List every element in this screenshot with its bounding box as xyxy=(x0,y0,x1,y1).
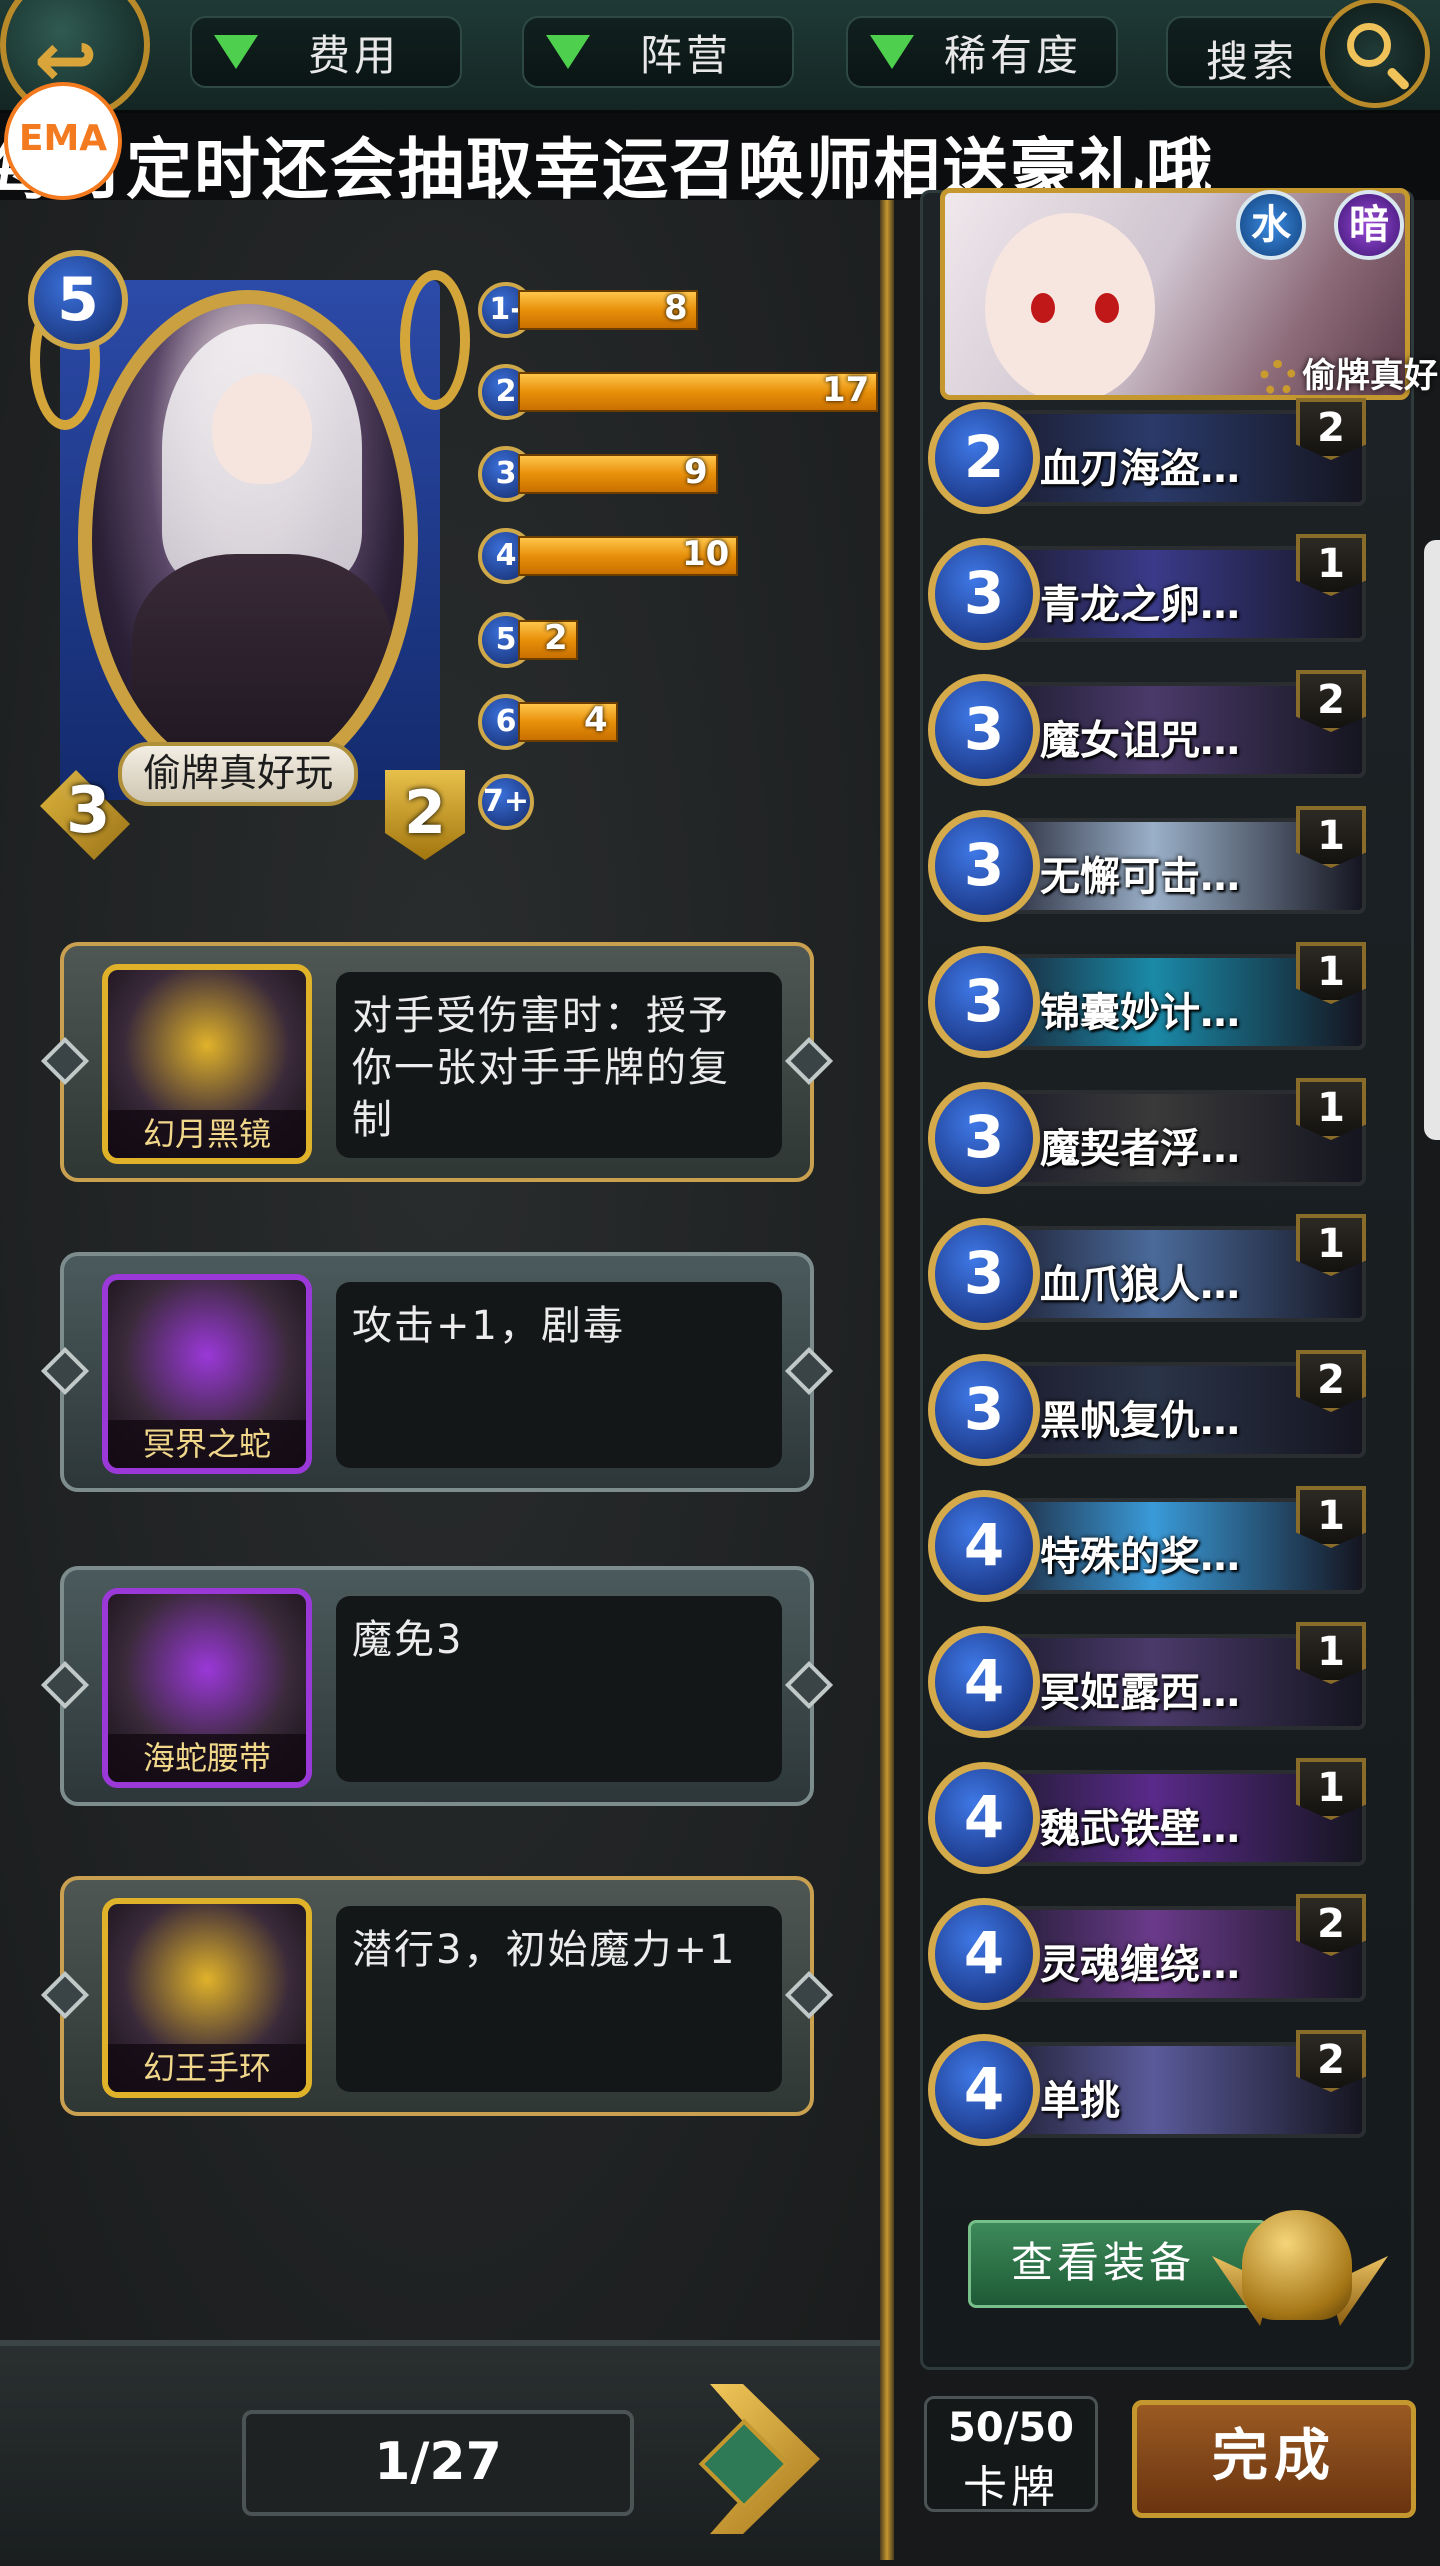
hero-cost-gem: 5 xyxy=(28,250,128,350)
card-name: 魏武铁壁… xyxy=(1040,1806,1240,1852)
equipment-name: 幻月黑镜 xyxy=(108,1110,306,1158)
deck-card-row[interactable]: 魔女诅咒… 3 2 xyxy=(928,670,1374,788)
deck-card-row[interactable]: 单挑 4 2 xyxy=(928,2030,1374,2148)
deck-card-row[interactable]: 锦囊妙计… 3 1 xyxy=(928,942,1374,1060)
card-cost-gem: 4 xyxy=(928,1898,1040,2010)
mana-curve-count: 9 xyxy=(684,452,708,492)
filter-faction-dropdown[interactable]: 阵营 xyxy=(522,16,794,88)
mana-curve-count: 2 xyxy=(544,618,568,658)
deck-card-row[interactable]: 无懈可击… 3 1 xyxy=(928,806,1374,924)
filter-cost-dropdown[interactable]: 费用 xyxy=(190,16,462,88)
page-indicator: 1/27 xyxy=(242,2410,634,2516)
card-name: 魔女诅咒… xyxy=(1040,718,1240,764)
card-cost-gem: 3 xyxy=(928,1354,1040,1466)
card-cost-gem: 3 xyxy=(928,1082,1040,1194)
card-name: 锦囊妙计… xyxy=(1040,990,1240,1036)
card-name: 青龙之卵… xyxy=(1040,582,1240,628)
card-name: 单挑 xyxy=(1040,2078,1120,2124)
mana-curve-count: 10 xyxy=(682,534,730,574)
equipment-description: 魔免3 xyxy=(336,1596,782,1782)
card-cost-gem: 3 xyxy=(928,674,1040,786)
equipment-description: 攻击+1，剧毒 xyxy=(336,1282,782,1468)
magnifier-glass xyxy=(1347,23,1391,67)
card-name: 灵魂缠绕… xyxy=(1040,1942,1240,1988)
deck-card-row[interactable]: 特殊的奖… 4 1 xyxy=(928,1486,1374,1604)
card-cost-gem: 2 xyxy=(928,402,1040,514)
side-pull-tab[interactable] xyxy=(1424,540,1440,1140)
deck-card-row[interactable]: 青龙之卵… 3 1 xyxy=(928,534,1374,652)
deck-hero-label: 偷牌真好 xyxy=(1260,348,1438,397)
filter-label: 费用 xyxy=(308,30,401,80)
equipment-name: 幻王手环 xyxy=(108,2044,306,2092)
hero-attack-badge: 3 xyxy=(40,770,136,860)
filter-label: 阵营 xyxy=(640,30,733,80)
logo-text: EMA xyxy=(18,118,108,159)
deck-card-row[interactable]: 魔契者浮… 3 1 xyxy=(928,1078,1374,1196)
card-cost-gem: 3 xyxy=(928,538,1040,650)
card-name: 冥姬露西… xyxy=(1040,1670,1240,1716)
mana-cost-gem: 7+ xyxy=(478,774,534,830)
card-cost-gem: 4 xyxy=(928,1626,1040,1738)
mana-curve-count: 17 xyxy=(822,370,870,410)
card-name: 无懈可击… xyxy=(1040,854,1240,900)
triangle-down-icon xyxy=(214,35,258,69)
card-name: 血刃海盗… xyxy=(1040,446,1240,492)
element-dark-badge: 暗 xyxy=(1334,190,1404,260)
deck-card-row[interactable]: 灵魂缠绕… 4 2 xyxy=(928,1894,1374,2012)
card-cost-gem: 4 xyxy=(928,1490,1040,1602)
hero-name: 偷牌真好玩 xyxy=(118,742,358,806)
deck-card-row[interactable]: 冥姬露西… 4 1 xyxy=(928,1622,1374,1740)
search-icon[interactable] xyxy=(1320,0,1430,108)
element-water-badge: 水 xyxy=(1236,190,1306,260)
equipment-description: 潜行3，初始魔力+1 xyxy=(336,1906,782,2092)
equipment-icon[interactable]: 幻王手环 xyxy=(102,1898,312,2098)
card-cost-gem: 3 xyxy=(928,1218,1040,1330)
helmet-icon[interactable] xyxy=(1212,2196,1388,2346)
gear-icon xyxy=(1260,359,1296,396)
mana-curve-count: 4 xyxy=(584,700,608,740)
card-cost-gem: 4 xyxy=(928,2034,1040,2146)
hero-attack-value: 3 xyxy=(66,774,111,848)
card-name: 血爪狼人… xyxy=(1040,1262,1240,1308)
done-button[interactable]: 完成 xyxy=(1132,2400,1416,2518)
card-name: 魔契者浮… xyxy=(1040,1126,1240,1172)
deck-hero-name: 偷牌真好 xyxy=(1302,356,1438,396)
equipment-panel[interactable]: 幻王手环 潜行3，初始魔力+1 xyxy=(40,1876,834,2116)
equipment-panel[interactable]: 海蛇腰带 魔免3 xyxy=(40,1566,834,1806)
filter-rarity-dropdown[interactable]: 稀有度 xyxy=(846,16,1118,88)
mana-curve-count: 8 xyxy=(664,288,688,328)
card-name: 黑帆复仇… xyxy=(1040,1398,1240,1444)
equipment-panel[interactable]: 幻月黑镜 对手受伤害时：授予你一张对手手牌的复制 xyxy=(40,942,834,1182)
equipment-description: 对手受伤害时：授予你一张对手手牌的复制 xyxy=(336,972,782,1158)
equipment-icon[interactable]: 冥界之蛇 xyxy=(102,1274,312,1474)
card-cost-gem: 3 xyxy=(928,946,1040,1058)
card-count-box: 50/50 卡牌 xyxy=(924,2396,1098,2513)
equipment-panel[interactable]: 冥界之蛇 攻击+1，剧毒 xyxy=(40,1252,834,1492)
deck-card-row[interactable]: 血爪狼人… 3 1 xyxy=(928,1214,1374,1332)
equipment-icon[interactable]: 幻月黑镜 xyxy=(102,964,312,1164)
deck-card-row[interactable]: 黑帆复仇… 3 2 xyxy=(928,1350,1374,1468)
card-cost-gem: 3 xyxy=(928,810,1040,922)
filter-label: 稀有度 xyxy=(944,30,1083,80)
deck-card-row[interactable]: 魏武铁壁… 4 1 xyxy=(928,1758,1374,1876)
card-cost-gem: 4 xyxy=(928,1762,1040,1874)
ema-logo: EMA xyxy=(4,82,122,200)
next-page-button[interactable] xyxy=(698,2384,820,2534)
equipment-name: 冥界之蛇 xyxy=(108,1420,306,1468)
card-count-value: 50/50 xyxy=(948,2405,1074,2451)
card-count-label: 卡牌 xyxy=(963,2462,1059,2513)
deck-card-row[interactable]: 血刃海盗… 2 2 xyxy=(928,398,1374,516)
triangle-down-icon xyxy=(546,35,590,69)
magnifier-handle xyxy=(1385,66,1411,92)
equipment-name: 海蛇腰带 xyxy=(108,1734,306,1782)
search-label: 搜索 xyxy=(1206,37,1299,86)
card-name: 特殊的奖… xyxy=(1040,1534,1240,1580)
panel-divider xyxy=(880,200,894,2560)
equipment-icon[interactable]: 海蛇腰带 xyxy=(102,1588,312,1788)
triangle-down-icon xyxy=(870,35,914,69)
